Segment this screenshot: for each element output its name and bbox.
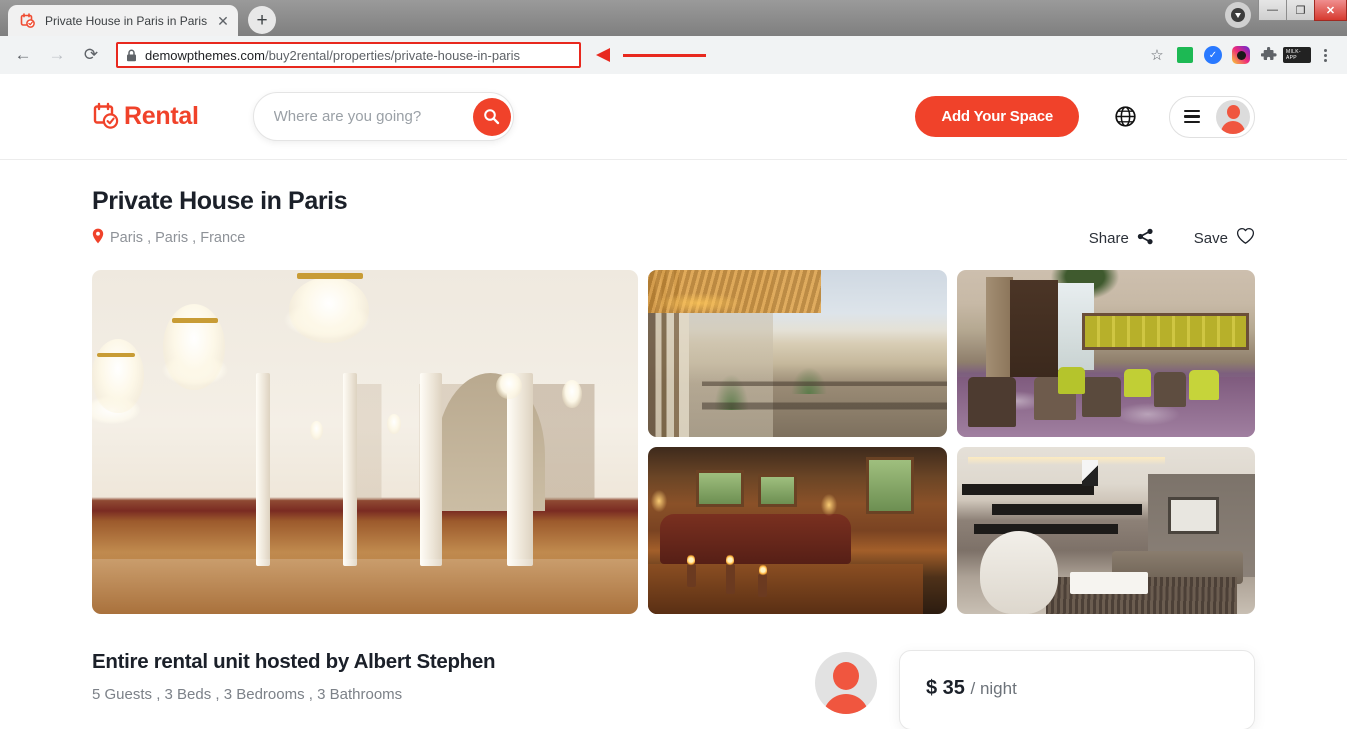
window-controls-group: — ❐ ✕: [1225, 0, 1347, 36]
extension-blue-check-icon[interactable]: ✓: [1199, 41, 1227, 69]
site-header: Rental Add Your Space: [0, 74, 1347, 160]
globe-icon[interactable]: [1111, 103, 1139, 131]
toolbar-icons: ☆ ✓ MILK-APP: [1143, 41, 1339, 69]
search-button[interactable]: [472, 97, 511, 136]
reload-icon[interactable]: ⟳: [76, 40, 106, 70]
photo-gallery: [92, 270, 1255, 614]
maximize-button[interactable]: ❐: [1286, 0, 1315, 21]
extension-instagram-icon[interactable]: [1227, 41, 1255, 69]
forward-icon: →: [48, 45, 66, 64]
heart-icon: [1236, 227, 1255, 249]
booking-panel: $ 35 / night: [815, 650, 1255, 729]
host-section: Entire rental unit hosted by Albert Step…: [92, 650, 1255, 729]
user-avatar-icon[interactable]: [1216, 99, 1250, 134]
minimize-button[interactable]: —: [1258, 0, 1287, 21]
hamburger-icon[interactable]: [1184, 110, 1200, 123]
price-unit: / night: [970, 679, 1017, 698]
address-bar[interactable]: demowpthemes.com/buy2rental/properties/p…: [116, 42, 581, 68]
site-logo-text: Rental: [124, 102, 199, 130]
search-bar[interactable]: [252, 92, 514, 141]
download-icon[interactable]: [1225, 2, 1251, 28]
browser-tab[interactable]: Private House in Paris in Paris ✕: [8, 5, 238, 36]
extension-label-text: MILK-APP: [1283, 47, 1311, 63]
listing-header: Private House in Paris Paris , Paris , F…: [92, 160, 1255, 249]
extensions-puzzle-icon[interactable]: [1255, 41, 1283, 69]
address-bar-url: demowpthemes.com/buy2rental/properties/p…: [145, 48, 520, 63]
share-icon: [1137, 228, 1154, 249]
host-meta: 5 Guests , 3 Beds , 3 Bedrooms , 3 Bathr…: [92, 686, 403, 703]
photo-3-scene: [956, 270, 1255, 437]
calendar-check-icon: [92, 102, 122, 132]
photo-5-scene: [956, 447, 1255, 614]
browser-tab-strip: Private House in Paris in Paris ✕ + — ❐ …: [0, 0, 1347, 36]
back-icon[interactable]: ←: [8, 40, 38, 70]
listing-location-text: Paris , Paris , France: [110, 230, 246, 246]
photo-3[interactable]: [956, 270, 1255, 437]
photo-4[interactable]: [648, 447, 947, 614]
photo-4-scene: [648, 447, 947, 614]
search-input[interactable]: [273, 108, 473, 125]
site-logo[interactable]: Rental: [92, 102, 199, 132]
omnibox-area: demowpthemes.com/buy2rental/properties/p…: [116, 41, 1139, 69]
user-menu-button[interactable]: [1169, 95, 1255, 138]
listing-subheader: Paris , Paris , France Share Save: [92, 227, 1255, 249]
add-your-space-button[interactable]: Add Your Space: [915, 96, 1079, 137]
new-tab-button[interactable]: +: [248, 6, 276, 34]
page-title: Private House in Paris: [92, 187, 348, 215]
main-photo[interactable]: [92, 270, 638, 614]
photo-2-scene: [648, 270, 947, 437]
share-button[interactable]: Share: [1089, 228, 1154, 249]
listing-content: Private House in Paris Paris , Paris , F…: [0, 160, 1347, 729]
map-pin-icon: [92, 228, 104, 248]
browser-tab-title: Private House in Paris in Paris: [45, 13, 208, 28]
save-button-label: Save: [1193, 229, 1228, 247]
photo-2[interactable]: [648, 270, 947, 437]
price-amount: $ 35: [926, 677, 965, 699]
photo-grid: [648, 270, 1255, 614]
share-button-label: Share: [1088, 229, 1129, 247]
chrome-menu-kebab-icon[interactable]: [1311, 41, 1339, 69]
extension-label-icon[interactable]: MILK-APP: [1283, 41, 1311, 69]
photo-grid-row-bottom: [648, 447, 1255, 614]
listing-location: Paris , Paris , France: [92, 228, 245, 248]
price-line: $ 35 / night: [926, 677, 1228, 700]
extension-green-icon[interactable]: [1171, 41, 1199, 69]
host-avatar: [815, 652, 877, 714]
url-domain: demowpthemes.com: [145, 47, 265, 63]
page-viewport: Rental Add Your Space: [0, 74, 1347, 729]
photo-grid-row-top: [648, 270, 1255, 437]
lock-icon: [126, 49, 137, 62]
close-icon[interactable]: ✕: [214, 12, 232, 30]
bookmark-star-icon[interactable]: ☆: [1143, 41, 1171, 69]
save-button[interactable]: Save: [1194, 227, 1255, 249]
price-card[interactable]: $ 35 / night: [899, 650, 1255, 729]
photo-5[interactable]: [956, 447, 1255, 614]
host-title: Entire rental unit hosted by Albert Step…: [92, 650, 496, 673]
close-window-button[interactable]: ✕: [1314, 0, 1347, 21]
host-info: Entire rental unit hosted by Albert Step…: [92, 650, 815, 729]
main-photo-scene: [92, 270, 638, 614]
browser-toolbar: ← → ⟳ demowpthemes.com/buy2rental/proper…: [0, 36, 1347, 74]
annotation-arrow: [596, 48, 706, 62]
rental-calendar-favicon: [20, 12, 36, 29]
url-path: /buy2rental/properties/private-house-in-…: [264, 47, 521, 63]
download-icon-inner: [1231, 8, 1245, 22]
